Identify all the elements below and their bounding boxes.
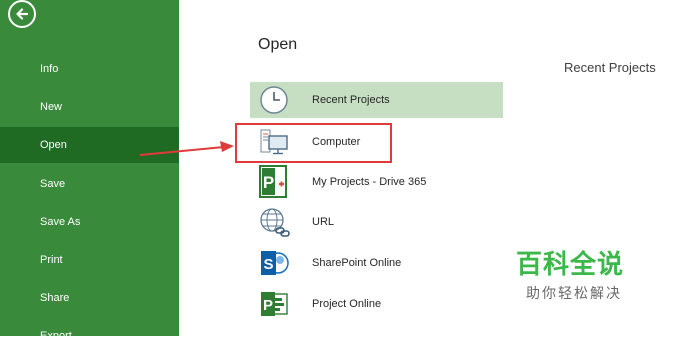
watermark: 百科全说 助你轻松解决 bbox=[516, 244, 666, 304]
svg-text:P: P bbox=[263, 173, 274, 192]
location-my-projects-drive[interactable]: P My Projects - Drive 365 bbox=[250, 164, 503, 200]
location-label: Project Online bbox=[312, 298, 382, 310]
annotation-arrow bbox=[139, 141, 234, 156]
page-title: Open bbox=[258, 36, 298, 53]
location-label: My Projects - Drive 365 bbox=[312, 176, 427, 188]
location-recent-projects[interactable]: Recent Projects bbox=[250, 82, 503, 118]
watermark-title: 百科全说 bbox=[516, 249, 625, 279]
location-label: Recent Projects bbox=[312, 94, 390, 106]
back-arrow-icon bbox=[16, 8, 29, 20]
sharepoint-icon: S bbox=[256, 245, 292, 281]
project-online-icon: P bbox=[256, 286, 292, 322]
location-label: URL bbox=[312, 216, 335, 228]
nav-new[interactable]: New bbox=[0, 89, 179, 125]
svg-text:P: P bbox=[263, 297, 273, 314]
location-url[interactable]: URL bbox=[250, 204, 503, 240]
recent-projects-heading: Recent Projects bbox=[564, 60, 656, 75]
annotation-highlight-box bbox=[235, 123, 392, 163]
location-sharepoint-online[interactable]: S SharePoint Online bbox=[250, 245, 503, 281]
globe-link-icon bbox=[256, 204, 292, 240]
nav-print[interactable]: Print bbox=[0, 242, 179, 278]
nav-save[interactable]: Save bbox=[0, 166, 179, 202]
back-button[interactable] bbox=[8, 0, 36, 28]
watermark-subtitle: 助你轻松解决 bbox=[526, 285, 622, 301]
clock-icon bbox=[256, 82, 292, 118]
svg-text:S: S bbox=[263, 256, 273, 273]
project-file-icon: P bbox=[256, 164, 292, 200]
nav-share[interactable]: Share bbox=[0, 280, 179, 316]
location-label: SharePoint Online bbox=[312, 257, 402, 269]
location-project-online[interactable]: P Project Online bbox=[250, 286, 503, 322]
nav-save-as[interactable]: Save As bbox=[0, 204, 179, 240]
backstage-sidebar: Info New Open Save Save As Print Share E… bbox=[0, 0, 179, 342]
nav-info[interactable]: Info bbox=[0, 51, 179, 87]
nav-export[interactable]: Export bbox=[0, 318, 179, 354]
